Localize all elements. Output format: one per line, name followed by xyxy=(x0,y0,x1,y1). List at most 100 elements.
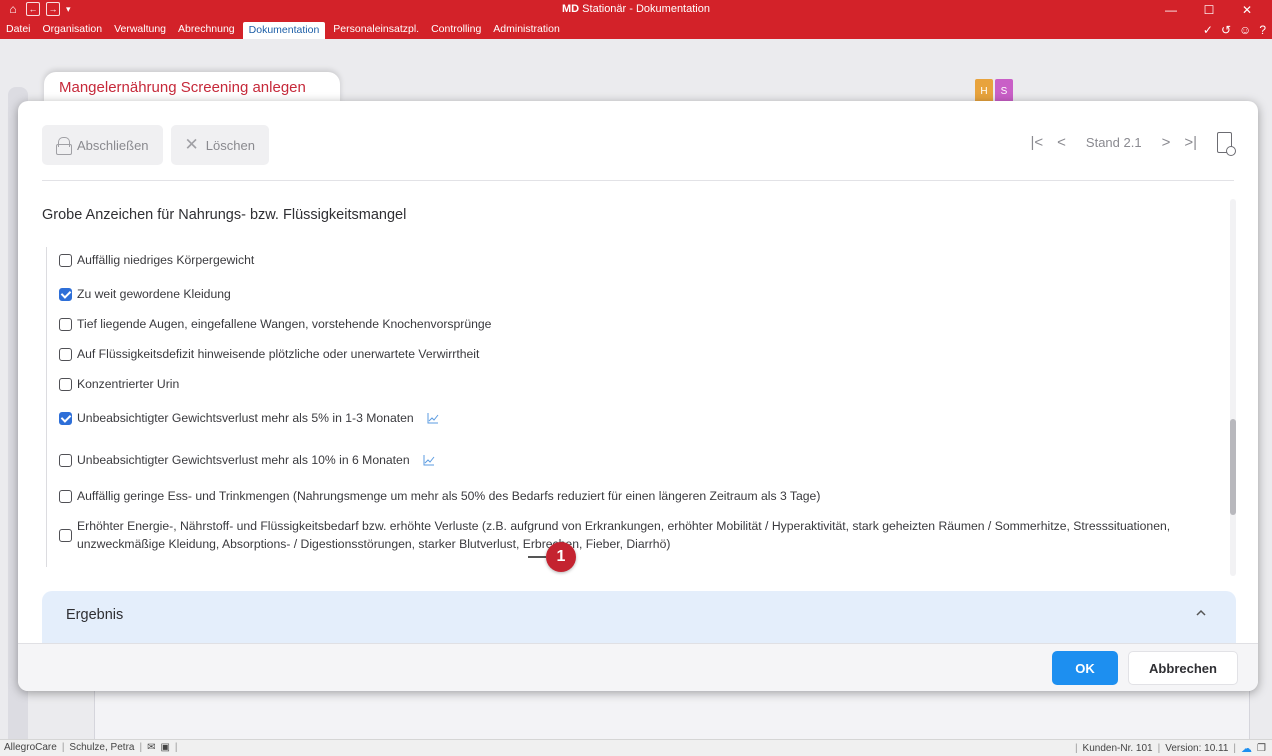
chart-icon[interactable] xyxy=(427,412,439,424)
checklist-item-label: Erhöhter Energie-, Nährstoff- und Flüssi… xyxy=(77,519,1171,551)
status-bar: AllegroCare | Schulze, Petra | ✉ ▣ | | K… xyxy=(0,739,1272,756)
checkbox[interactable] xyxy=(59,528,72,542)
checklist-item-label: Unbeabsichtigter Gewichtsverlust mehr al… xyxy=(77,453,410,467)
checklist-item[interactable]: Unbeabsichtigter Gewichtsverlust mehr al… xyxy=(59,453,435,467)
checklist-item-label: Auffällig niedriges Körpergewicht xyxy=(77,253,255,267)
checklist-item-label: Auf Flüssigkeitsdefizit hinweisende plöt… xyxy=(77,347,480,361)
cloud-icon[interactable]: ☁ xyxy=(1241,742,1252,755)
window-controls: — ☐ ✕ xyxy=(1152,0,1266,20)
menu-item-datei[interactable]: Datei xyxy=(0,20,37,39)
dialog-tab: Mangelernährung Screening anlegen xyxy=(44,72,340,103)
dialog-toolbar: Abschließen ✕ Löschen xyxy=(42,125,269,165)
close-icon[interactable]: ✕ xyxy=(1228,0,1266,20)
refresh-icon[interactable]: ↺ xyxy=(1221,23,1231,37)
checklist-item[interactable]: Zu weit gewordene Kleidung xyxy=(59,287,231,301)
status-separator: | xyxy=(139,742,143,753)
checkbox[interactable] xyxy=(59,287,72,301)
version-navigation: |< < Stand 2.1 > >| xyxy=(1031,132,1236,156)
checklist-item-label: Zu weit gewordene Kleidung xyxy=(77,287,231,301)
lock-icon xyxy=(56,137,72,155)
menu-item-dokumentation[interactable]: Dokumentation xyxy=(242,22,326,39)
menu-bar: Datei Organisation Verwaltung Abrechnung Dok… xyxy=(0,20,1272,39)
last-version-button[interactable]: >| xyxy=(1184,134,1197,151)
menu-item-organisation[interactable]: Organisation xyxy=(37,20,109,39)
chevron-down-icon[interactable]: ✓ xyxy=(1203,23,1213,37)
checklist-item[interactable]: Unbeabsichtigter Gewichtsverlust mehr al… xyxy=(59,411,439,425)
dialog-title: Mangelernährung Screening anlegen xyxy=(59,79,306,96)
status-separator: | xyxy=(1074,743,1078,754)
menu-item-abrechnung[interactable]: Abrechnung xyxy=(172,20,241,39)
callout-marker: 1 xyxy=(528,542,576,572)
checkbox[interactable] xyxy=(59,347,72,361)
checkbox[interactable] xyxy=(59,489,72,503)
previous-version-button[interactable]: < xyxy=(1057,134,1066,151)
help-icon[interactable]: ? xyxy=(1259,23,1266,37)
status-right: | Kunden-Nr. 101 | Version: 10.11 | ☁ ❐ xyxy=(1075,742,1266,755)
menu-right-icons: ✓ ↺ ☺ ? xyxy=(1203,20,1266,39)
menu-item-administration[interactable]: Administration xyxy=(487,20,566,39)
smiley-icon[interactable]: ☺ xyxy=(1239,23,1251,37)
status-separator: | xyxy=(1157,743,1161,754)
status-separator: | xyxy=(1233,743,1237,754)
cancel-button[interactable]: Abbrechen xyxy=(1128,651,1238,685)
menu-item-personaleinsatzpl[interactable]: Personaleinsatzpl. xyxy=(327,20,425,39)
checkbox[interactable] xyxy=(59,411,72,425)
checklist-item[interactable]: Auffällig geringe Ess- und Trinkmengen (… xyxy=(59,489,820,503)
checklist-item[interactable]: Tief liegende Augen, eingefallene Wangen… xyxy=(59,317,491,331)
result-section-header[interactable]: Ergebnis xyxy=(42,591,1236,643)
close-icon: ✕ xyxy=(184,135,199,154)
finish-button[interactable]: Abschließen xyxy=(42,125,163,165)
status-separator: | xyxy=(174,742,178,753)
checkbox[interactable] xyxy=(59,453,72,467)
status-user: Schulze, Petra xyxy=(69,742,135,753)
scrollbar[interactable] xyxy=(1230,199,1236,576)
window-title-brand: MD xyxy=(562,3,580,15)
menu-items: Datei Organisation Verwaltung Abrechnung Dok… xyxy=(0,20,566,39)
callout-line xyxy=(528,556,546,558)
checklist-item[interactable]: Erhöhter Energie-, Nährstoff- und Flüssi… xyxy=(59,517,1229,553)
chart-icon[interactable] xyxy=(423,454,435,466)
checklist-area: Auffällig niedriges Körpergewicht Zu weit… xyxy=(42,239,1238,574)
status-version: Version: 10.11 xyxy=(1165,743,1229,754)
checkbox[interactable] xyxy=(59,317,72,331)
title-bar: ⌂ ← → ▾ MD Stationär - Dokumentation — ☐… xyxy=(0,0,1272,20)
scrollbar-thumb[interactable] xyxy=(1230,419,1236,515)
toolbar-divider xyxy=(42,180,1234,181)
minimize-icon[interactable]: — xyxy=(1152,0,1190,20)
mail-icon[interactable]: ✉ xyxy=(147,742,155,753)
checklist-item[interactable]: Konzentrierter Urin xyxy=(59,377,179,391)
checkbox[interactable] xyxy=(59,253,72,267)
section-title: Grobe Anzeichen für Nahrungs- bzw. Flüss… xyxy=(42,207,407,223)
screening-dialog: Abschließen ✕ Löschen |< < Stand 2.1 > >… xyxy=(18,101,1258,691)
checklist-item-label: Konzentrierter Urin xyxy=(77,377,180,391)
version-label: Stand 2.1 xyxy=(1085,135,1142,150)
checklist-item-label: Unbeabsichtigter Gewichtsverlust mehr al… xyxy=(77,411,414,425)
menu-item-controlling[interactable]: Controlling xyxy=(425,20,487,39)
status-product: AllegroCare xyxy=(4,742,57,753)
window-title-text: Stationär - Dokumentation xyxy=(579,3,710,15)
callout-badge: 1 xyxy=(546,542,576,572)
chevron-up-icon[interactable] xyxy=(1194,606,1208,620)
status-left: AllegroCare | Schulze, Petra | ✉ ▣ | xyxy=(4,742,178,753)
ok-button[interactable]: OK xyxy=(1052,651,1118,685)
clipboard-icon[interactable]: ▣ xyxy=(160,742,169,753)
next-version-button[interactable]: > xyxy=(1162,134,1171,151)
maximize-icon[interactable]: ☐ xyxy=(1190,0,1228,20)
dialog-footer: OK Abbrechen xyxy=(18,643,1258,691)
first-version-button[interactable]: |< xyxy=(1031,134,1044,151)
checklist-item-label: Tief liegende Augen, eingefallene Wangen… xyxy=(77,317,492,331)
finish-button-label: Abschließen xyxy=(77,137,149,153)
checklist-guide-line xyxy=(46,247,47,567)
delete-button-label: Löschen xyxy=(205,137,255,153)
menu-item-verwaltung[interactable]: Verwaltung xyxy=(108,20,172,39)
checklist-item[interactable]: Auffällig niedriges Körpergewicht xyxy=(59,253,254,267)
status-separator: | xyxy=(61,742,65,753)
status-customer: Kunden-Nr. 101 xyxy=(1082,743,1153,754)
window-icon[interactable]: ❐ xyxy=(1257,743,1266,754)
delete-button[interactable]: ✕ Löschen xyxy=(170,125,269,165)
checklist-item[interactable]: Auf Flüssigkeitsdefizit hinweisende plöt… xyxy=(59,347,479,361)
checkbox[interactable] xyxy=(59,377,72,391)
result-title: Ergebnis xyxy=(66,607,124,623)
document-history-icon[interactable] xyxy=(1217,132,1236,156)
checklist-item-label: Auffällig geringe Ess- und Trinkmengen (… xyxy=(77,489,821,503)
